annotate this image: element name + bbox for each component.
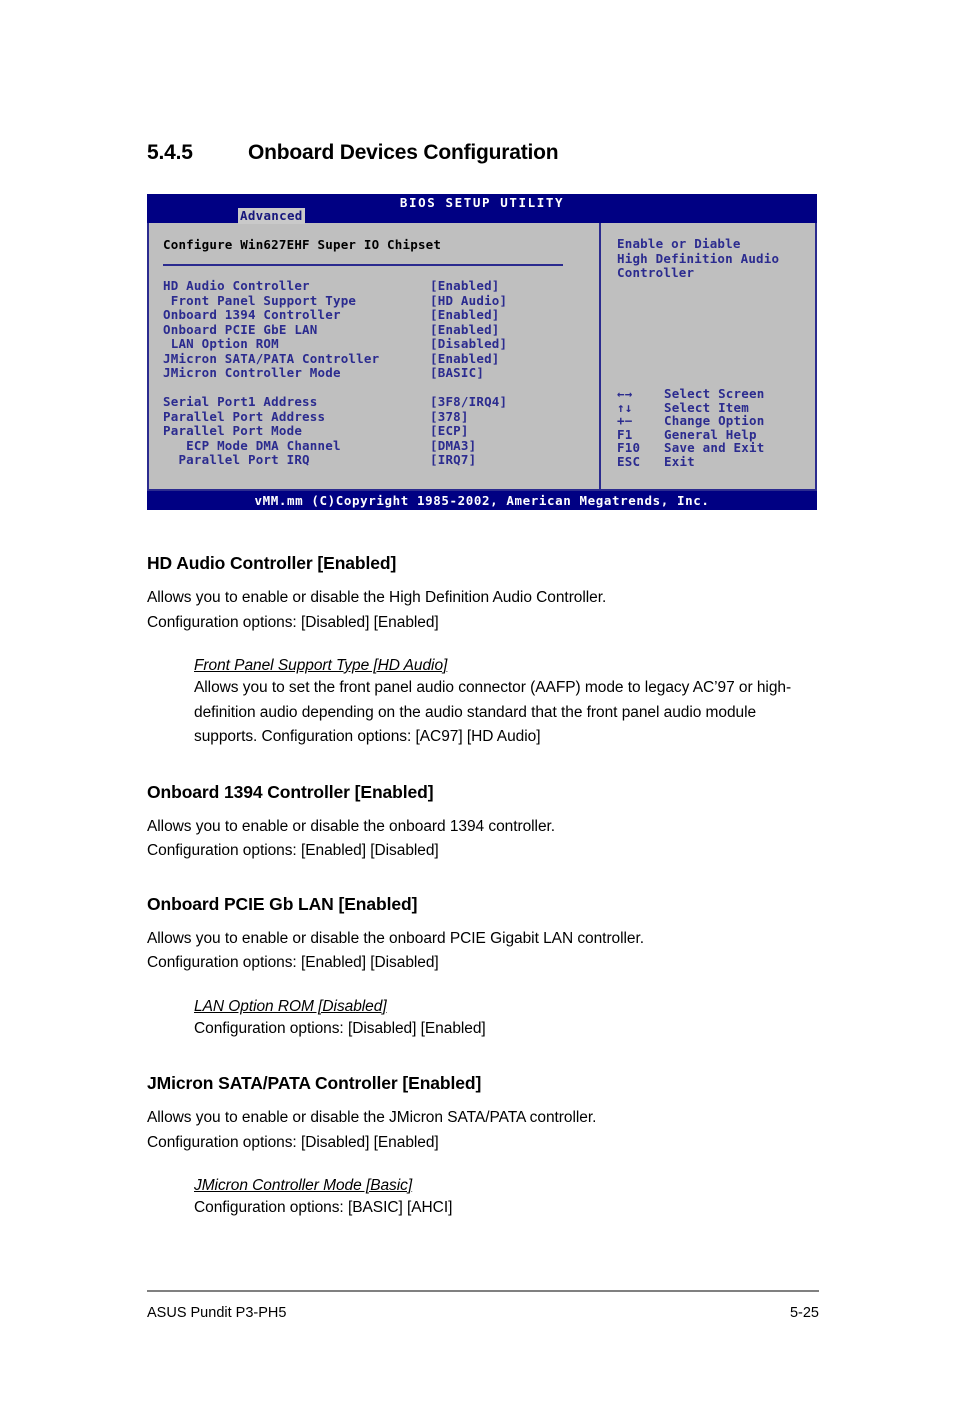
bios-option-row[interactable]: Onboard PCIE GbE LAN [Enabled] xyxy=(163,321,599,338)
subsection-heading: Front Panel Support Type [HD Audio] xyxy=(194,657,448,674)
bios-option-value: [ECP] xyxy=(430,423,469,438)
key-legend-row: +− Change Option xyxy=(617,414,764,428)
bios-option-row[interactable]: Parallel Port Mode [ECP] xyxy=(163,423,599,439)
subsection-heading: LAN Option ROM [Disabled] xyxy=(194,997,387,1015)
bios-option-row[interactable]: Onboard 1394 Controller [Enabled] xyxy=(163,307,599,323)
key-legend-row: F10 Save and Exit xyxy=(617,441,764,455)
bios-option-row[interactable]: HD Audio Controller [Enabled] xyxy=(163,278,599,294)
bios-body: Configure Win627EHF Super IO Chipset HD … xyxy=(147,223,817,491)
key-legend-action: Change Option xyxy=(664,413,765,428)
bios-option-row[interactable]: Parallel Port Address [378] xyxy=(163,408,599,425)
key-legend-row: ESC Exit xyxy=(617,453,764,469)
bios-options-panel: Configure Win627EHF Super IO Chipset HD … xyxy=(149,223,601,489)
bios-option-label: HD Audio Controller xyxy=(163,278,310,293)
bios-option-label: Parallel Port IRQ xyxy=(163,452,310,467)
bios-config-header: Configure Win627EHF Super IO Chipset xyxy=(163,237,442,252)
bios-option-row[interactable]: Front Panel Support Type [HD Audio] xyxy=(163,292,599,309)
bios-option-label: Onboard PCIE GbE LAN xyxy=(163,321,318,337)
bios-option-row[interactable]: JMicron Controller Mode [BASIC] xyxy=(163,365,599,381)
bios-option-label: JMicron SATA/PATA Controller xyxy=(163,350,380,366)
subsection-jmicron-mode: JMicron Controller Mode [Basic] Configur… xyxy=(194,1177,819,1221)
block-paragraph: Allows you to enable or disable the High… xyxy=(147,589,607,631)
block-heading: HD Audio Controller [Enabled] xyxy=(147,553,397,573)
subsection-heading: JMicron Controller Mode [Basic] xyxy=(194,1177,413,1194)
bios-option-value: [IRQ7] xyxy=(430,452,477,467)
bios-option-value: [Disabled] xyxy=(430,336,508,351)
subsection-paragraph: Configuration options: [BASIC] [AHCI] xyxy=(194,1199,453,1216)
block-paragraph: Allows you to enable or disable the onbo… xyxy=(147,929,644,972)
block-paragraph: Allows you to enable or disable the onbo… xyxy=(147,817,556,860)
plus-minus-icon: +− xyxy=(617,413,633,428)
bios-option-value: [Enabled] xyxy=(430,278,500,293)
key-legend-action: Save and Exit xyxy=(664,440,765,455)
subsection-paragraph: Configuration options: [Disabled] [Enabl… xyxy=(194,1019,486,1037)
bios-option-value: [Enabled] xyxy=(430,307,500,322)
key-legend-action: General Help xyxy=(664,426,757,442)
section-title: Onboard Devices Configuration xyxy=(248,141,559,164)
bios-option-list: HD Audio Controller [Enabled] Front Pane… xyxy=(163,278,599,468)
key-f10: F10 xyxy=(617,440,641,455)
bios-key-legend: ←→ Select Screen ↑↓ Select Item +− Chang… xyxy=(617,387,764,468)
bios-option-label: Parallel Port Mode xyxy=(163,423,303,438)
bios-titlebar: BIOS SETUP UTILITY Advanced xyxy=(147,194,817,224)
bios-option-label: Parallel Port Address xyxy=(163,408,326,424)
key-legend-row: ←→ Select Screen xyxy=(617,387,764,401)
subsection-paragraph: Allows you to set the front panel audio … xyxy=(194,679,792,745)
bios-option-label: ECP Mode DMA Channel xyxy=(163,437,341,453)
bios-option-row[interactable]: LAN Option ROM [Disabled] xyxy=(163,336,599,352)
bios-option-value: [Enabled] xyxy=(430,321,500,337)
block-paragraph: Allows you to enable or disable the JMic… xyxy=(147,1109,597,1151)
bios-option-value: [Enabled] xyxy=(430,350,500,366)
bios-help-panel: Enable or Diable High Definition Audio C… xyxy=(601,223,815,489)
bios-setup-screenshot: BIOS SETUP UTILITY Advanced Configure Wi… xyxy=(147,194,817,510)
bios-option-row[interactable]: JMicron SATA/PATA Controller [Enabled] xyxy=(163,350,599,367)
bios-option-label: JMicron Controller Mode xyxy=(163,365,341,380)
bios-tab-advanced[interactable]: Advanced xyxy=(238,208,305,224)
key-legend-action: Select Item xyxy=(664,399,749,415)
bios-option-label: Serial Port1 Address xyxy=(163,394,318,409)
arrows-vertical-icon: ↑↓ xyxy=(617,399,633,415)
subsection-lan-option-rom: LAN Option ROM [Disabled] Configuration … xyxy=(194,998,819,1042)
bios-option-label: LAN Option ROM xyxy=(163,336,279,351)
bios-option-label: Front Panel Support Type xyxy=(163,292,357,308)
footer-page-number: 5-25 xyxy=(789,1305,819,1321)
content-block-1394: Onboard 1394 Controller [Enabled] Allows… xyxy=(147,782,819,864)
bios-option-row[interactable]: Parallel Port IRQ [IRQ7] xyxy=(163,452,599,468)
footer-divider xyxy=(147,1290,819,1292)
block-heading: Onboard 1394 Controller [Enabled] xyxy=(147,781,434,802)
key-f1: F1 xyxy=(617,426,633,442)
page-title: 5.4.5 Onboard Devices Configuration xyxy=(147,141,559,165)
bios-option-value: [HD Audio] xyxy=(430,292,508,308)
content-block-hd-audio: HD Audio Controller [Enabled] Allows you… xyxy=(147,553,819,750)
block-heading: Onboard PCIE Gb LAN [Enabled] xyxy=(147,893,418,914)
bios-copyright-footer: vMM.mm (C)Copyright 1985-2002, American … xyxy=(147,491,817,510)
footer-product-name: ASUS Pundit P3-PH5 xyxy=(147,1305,287,1321)
bios-option-row[interactable]: Serial Port1 Address [3F8/IRQ4] xyxy=(163,394,599,410)
key-legend-row: F1 General Help xyxy=(617,426,764,442)
bios-option-label: Onboard 1394 Controller xyxy=(163,307,341,322)
key-legend-action: Exit xyxy=(664,453,695,469)
body-content: HD Audio Controller [Enabled] Allows you… xyxy=(147,553,819,1221)
bios-option-value: [378] xyxy=(430,408,469,424)
bios-option-row[interactable]: ECP Mode DMA Channel [DMA3] xyxy=(163,437,599,454)
bios-header-divider xyxy=(163,264,563,266)
content-block-jmicron: JMicron SATA/PATA Controller [Enabled] A… xyxy=(147,1073,819,1221)
bios-help-text: Enable or Diable High Definition Audio C… xyxy=(617,236,780,280)
content-block-pcie-lan: Onboard PCIE Gb LAN [Enabled] Allows you… xyxy=(147,894,819,1042)
bios-option-value: [DMA3] xyxy=(430,437,477,453)
block-heading: JMicron SATA/PATA Controller [Enabled] xyxy=(147,1073,482,1093)
bios-option-value: [BASIC] xyxy=(430,365,485,380)
subsection-front-panel: Front Panel Support Type [HD Audio] Allo… xyxy=(194,657,819,750)
key-legend-row: ↑↓ Select Item xyxy=(617,399,764,415)
section-number: 5.4.5 xyxy=(147,141,193,164)
bios-option-spacer xyxy=(163,381,599,396)
bios-option-value: [3F8/IRQ4] xyxy=(430,394,508,409)
arrows-horizontal-icon: ←→ xyxy=(617,386,633,401)
key-esc: ESC xyxy=(617,453,641,469)
key-legend-action: Select Screen xyxy=(664,386,765,401)
